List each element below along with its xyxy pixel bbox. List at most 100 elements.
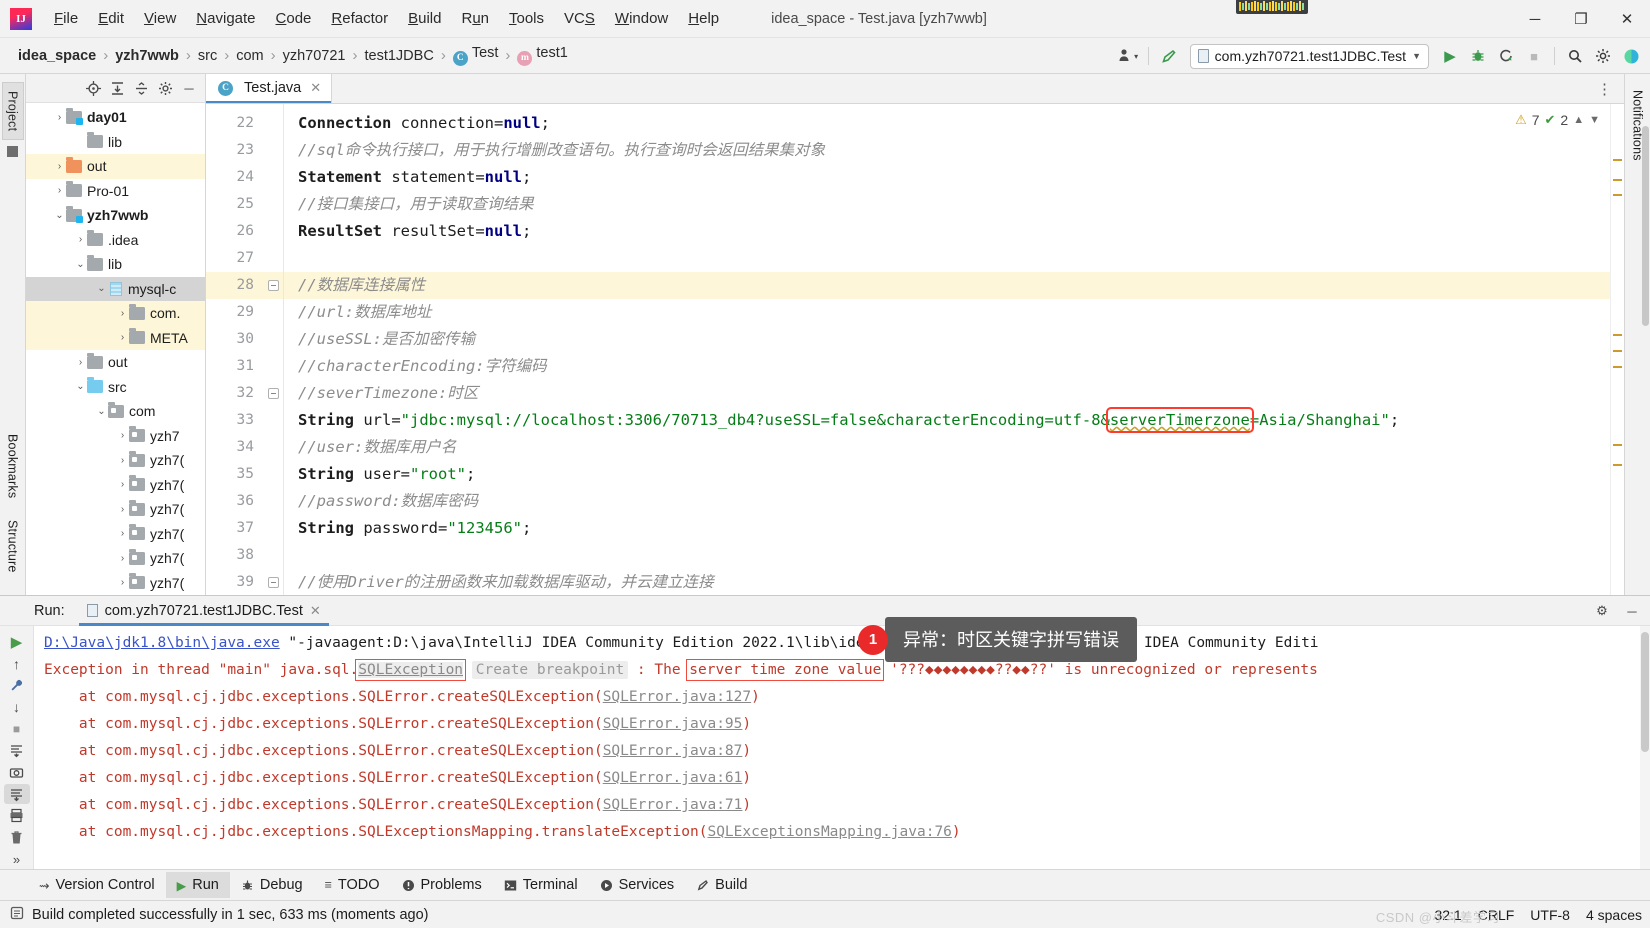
collapse-all-icon[interactable]: [131, 78, 151, 98]
minimize-button[interactable]: ─: [1512, 0, 1558, 38]
line-number[interactable]: 22: [206, 110, 262, 137]
profiler-icon[interactable]: ▾: [1115, 43, 1141, 69]
breadcrumb-idea-space[interactable]: idea_space: [12, 46, 102, 66]
tree-node[interactable]: › com.: [26, 301, 205, 326]
code-line[interactable]: String url="jdbc:mysql://localhost:3306/…: [284, 406, 1610, 434]
disclosure-triangle-icon[interactable]: ›: [116, 504, 129, 515]
run-tab[interactable]: com.yzh70721.test1JDBC.Test ✕: [78, 596, 329, 626]
maximize-button[interactable]: ❐: [1558, 0, 1604, 38]
console-line[interactable]: at com.mysql.cj.jdbc.exceptions.SQLError…: [34, 765, 1650, 792]
tab-todo[interactable]: ≡ TODO: [314, 872, 391, 898]
disclosure-triangle-icon[interactable]: ⌄: [95, 283, 108, 294]
ai-assistant-icon[interactable]: [1618, 43, 1644, 69]
tree-node[interactable]: ⌄ lib: [26, 252, 205, 277]
menu-build[interactable]: Build: [398, 6, 451, 31]
tree-node[interactable]: ⌄ com: [26, 399, 205, 424]
console-segment[interactable]: SQLError.java:87: [603, 743, 743, 759]
disclosure-triangle-icon[interactable]: ›: [53, 161, 66, 172]
project-tree-scrollbar[interactable]: [1642, 126, 1649, 326]
tree-node[interactable]: › yzh7(: [26, 522, 205, 547]
code-line[interactable]: //url:数据库地址: [284, 299, 1610, 326]
line-number[interactable]: 30: [206, 326, 262, 353]
console-line[interactable]: at com.mysql.cj.jdbc.exceptions.SQLExcep…: [34, 819, 1650, 846]
debug-icon[interactable]: [1465, 43, 1491, 69]
line-number[interactable]: 26: [206, 218, 262, 245]
print-icon[interactable]: [4, 806, 30, 826]
breadcrumb-yzh70721[interactable]: yzh70721: [277, 46, 352, 66]
wrench-icon[interactable]: [4, 675, 30, 695]
structure-rail-icon[interactable]: [7, 146, 18, 158]
sidebar-item-bookmarks[interactable]: Bookmarks: [3, 426, 23, 506]
line-number[interactable]: 23: [206, 137, 262, 164]
code-line[interactable]: //数据库连接属性: [284, 271, 1610, 299]
event-log-icon[interactable]: [10, 906, 24, 923]
line-number[interactable]: 27: [206, 245, 262, 272]
gear-icon[interactable]: [155, 78, 175, 98]
editor-tab-test-java[interactable]: C Test.java ✕: [206, 74, 333, 103]
code-line[interactable]: String user="root";: [284, 461, 1610, 488]
scroll-to-end-icon[interactable]: [4, 741, 30, 761]
tree-node[interactable]: › yzh7(: [26, 546, 205, 571]
tree-node[interactable]: › yzh7(: [26, 571, 205, 596]
line-number[interactable]: 37: [206, 515, 262, 542]
console-line[interactable]: at com.mysql.cj.jdbc.exceptions.SQLError…: [34, 792, 1650, 819]
run-with-coverage-icon[interactable]: [1493, 43, 1519, 69]
fold-toggle-icon[interactable]: [262, 380, 284, 407]
more-actions-icon[interactable]: »: [4, 849, 30, 869]
tree-node[interactable]: › out: [26, 154, 205, 179]
code-line[interactable]: //接口集接口，用于读取查询结果: [284, 191, 1610, 218]
code-line[interactable]: //useSSL:是否加密传输: [284, 326, 1610, 353]
down-arrow-icon[interactable]: ↓: [4, 697, 30, 717]
breadcrumb-test1JDBC[interactable]: test1JDBC: [359, 46, 440, 66]
tree-node[interactable]: ⌄ src: [26, 375, 205, 400]
code-line[interactable]: //characterEncoding:字符编码: [284, 353, 1610, 380]
search-icon[interactable]: [1562, 43, 1588, 69]
hide-panel-icon[interactable]: ─: [1622, 601, 1642, 621]
prev-problem-icon[interactable]: ▲: [1573, 114, 1584, 126]
tab-build[interactable]: Build: [685, 872, 758, 898]
menu-view[interactable]: View: [134, 6, 186, 31]
code-line[interactable]: //password:数据库密码: [284, 488, 1610, 515]
line-number[interactable]: 24: [206, 164, 262, 191]
up-arrow-icon[interactable]: ↑: [4, 654, 30, 674]
tab-run[interactable]: ▶ Run: [165, 872, 230, 898]
line-number[interactable]: 38: [206, 542, 262, 569]
fold-toggle-icon[interactable]: [262, 271, 284, 299]
breadcrumb-Test[interactable]: C Test: [447, 43, 505, 68]
menu-file[interactable]: File: [44, 6, 88, 31]
console-segment[interactable]: SQLError.java:61: [603, 770, 743, 786]
console-segment[interactable]: SQLExceptionsMapping.java:76: [707, 824, 951, 840]
rerun-icon[interactable]: ▶: [4, 632, 30, 652]
breadcrumb-com[interactable]: com: [230, 46, 269, 66]
code-line[interactable]: //使用Driver的注册函数来加载数据库驱动，并云建立连接: [284, 569, 1610, 595]
line-number[interactable]: 28: [206, 271, 262, 299]
tree-node[interactable]: ⌄ mysql-c: [26, 276, 205, 301]
disclosure-triangle-icon[interactable]: ›: [116, 553, 129, 564]
menu-run[interactable]: Run: [451, 6, 499, 31]
disclosure-triangle-icon[interactable]: ›: [74, 234, 87, 245]
expand-all-icon[interactable]: [107, 78, 127, 98]
error-stripe-marker-bar[interactable]: [1610, 103, 1624, 595]
tree-node[interactable]: › yzh7(: [26, 497, 205, 522]
tree-node[interactable]: › day01: [26, 105, 205, 130]
console-segment[interactable]: SQLError.java:95: [603, 716, 743, 732]
close-icon[interactable]: ✕: [310, 80, 321, 96]
code-line[interactable]: String password="123456";: [284, 515, 1610, 542]
tab-version-control[interactable]: ⇝ Version Control: [28, 872, 166, 898]
tree-node[interactable]: › yzh7(: [26, 448, 205, 473]
console-segment[interactable]: SQLError.java:127: [603, 689, 751, 705]
project-tree[interactable]: › day01 lib › out › Pro-01 ⌄ yzh7wwb › .idea ⌄ lib ⌄ m…: [26, 103, 205, 595]
line-number[interactable]: 35: [206, 461, 262, 488]
breadcrumb-test1[interactable]: m test1: [511, 43, 573, 68]
tree-node[interactable]: › yzh7: [26, 424, 205, 449]
disclosure-triangle-icon[interactable]: ›: [116, 455, 129, 466]
tree-node[interactable]: lib: [26, 130, 205, 155]
tree-node[interactable]: › yzh7(: [26, 473, 205, 498]
tab-problems[interactable]: Problems: [391, 872, 493, 898]
line-number[interactable]: 36: [206, 488, 262, 515]
console-line[interactable]: at com.mysql.cj.jdbc.exceptions.SQLError…: [34, 738, 1650, 765]
code-line[interactable]: [284, 245, 1610, 272]
indent-setting[interactable]: 4 spaces: [1586, 907, 1642, 923]
console-line[interactable]: D:\Java\jdk1.8\bin\java.exe "-javaagent:…: [34, 630, 1650, 657]
breadcrumb-yzh7wwb[interactable]: yzh7wwb: [109, 46, 185, 66]
